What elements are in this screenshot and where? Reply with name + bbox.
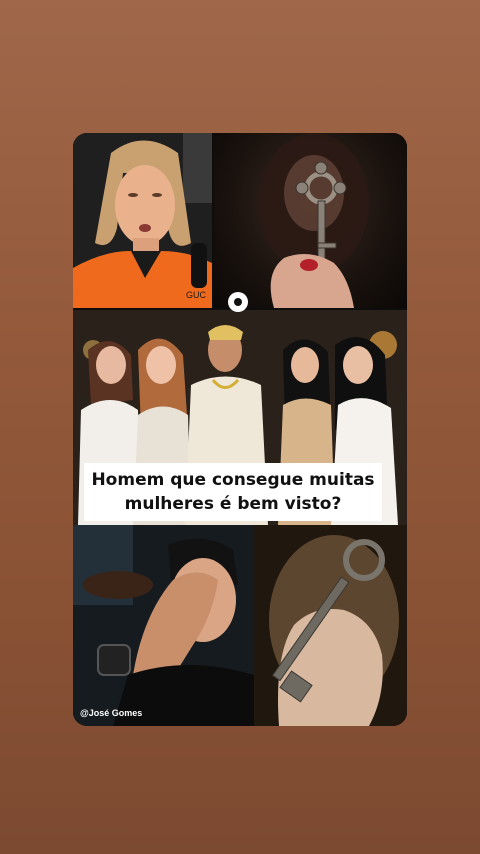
author-credit: @José Gomes bbox=[80, 708, 143, 718]
man-facepalm-illustration bbox=[73, 525, 254, 726]
shirt-brand-text: GUC bbox=[186, 290, 207, 300]
photo-hand-key bbox=[254, 525, 407, 726]
caption-line-1: Homem que consegue muitas bbox=[91, 470, 375, 490]
center-circle-icon bbox=[228, 292, 248, 312]
photo-man-long-hair: GUC bbox=[73, 133, 212, 308]
caption-box: Homem que consegue muitas mulheres é bem… bbox=[84, 463, 382, 521]
photo-woman-key bbox=[214, 133, 407, 308]
man-long-hair-illustration: GUC bbox=[73, 133, 212, 308]
wristwatch-icon bbox=[97, 644, 131, 676]
story-card[interactable]: GUC @José Gomes Homem que consegue muita… bbox=[73, 133, 407, 726]
woman-key-illustration bbox=[259, 133, 369, 308]
photo-man-facepalm: @José Gomes bbox=[73, 525, 254, 726]
hand-key-illustration bbox=[254, 525, 407, 726]
caption-line-2: mulheres é bem visto? bbox=[124, 494, 342, 514]
